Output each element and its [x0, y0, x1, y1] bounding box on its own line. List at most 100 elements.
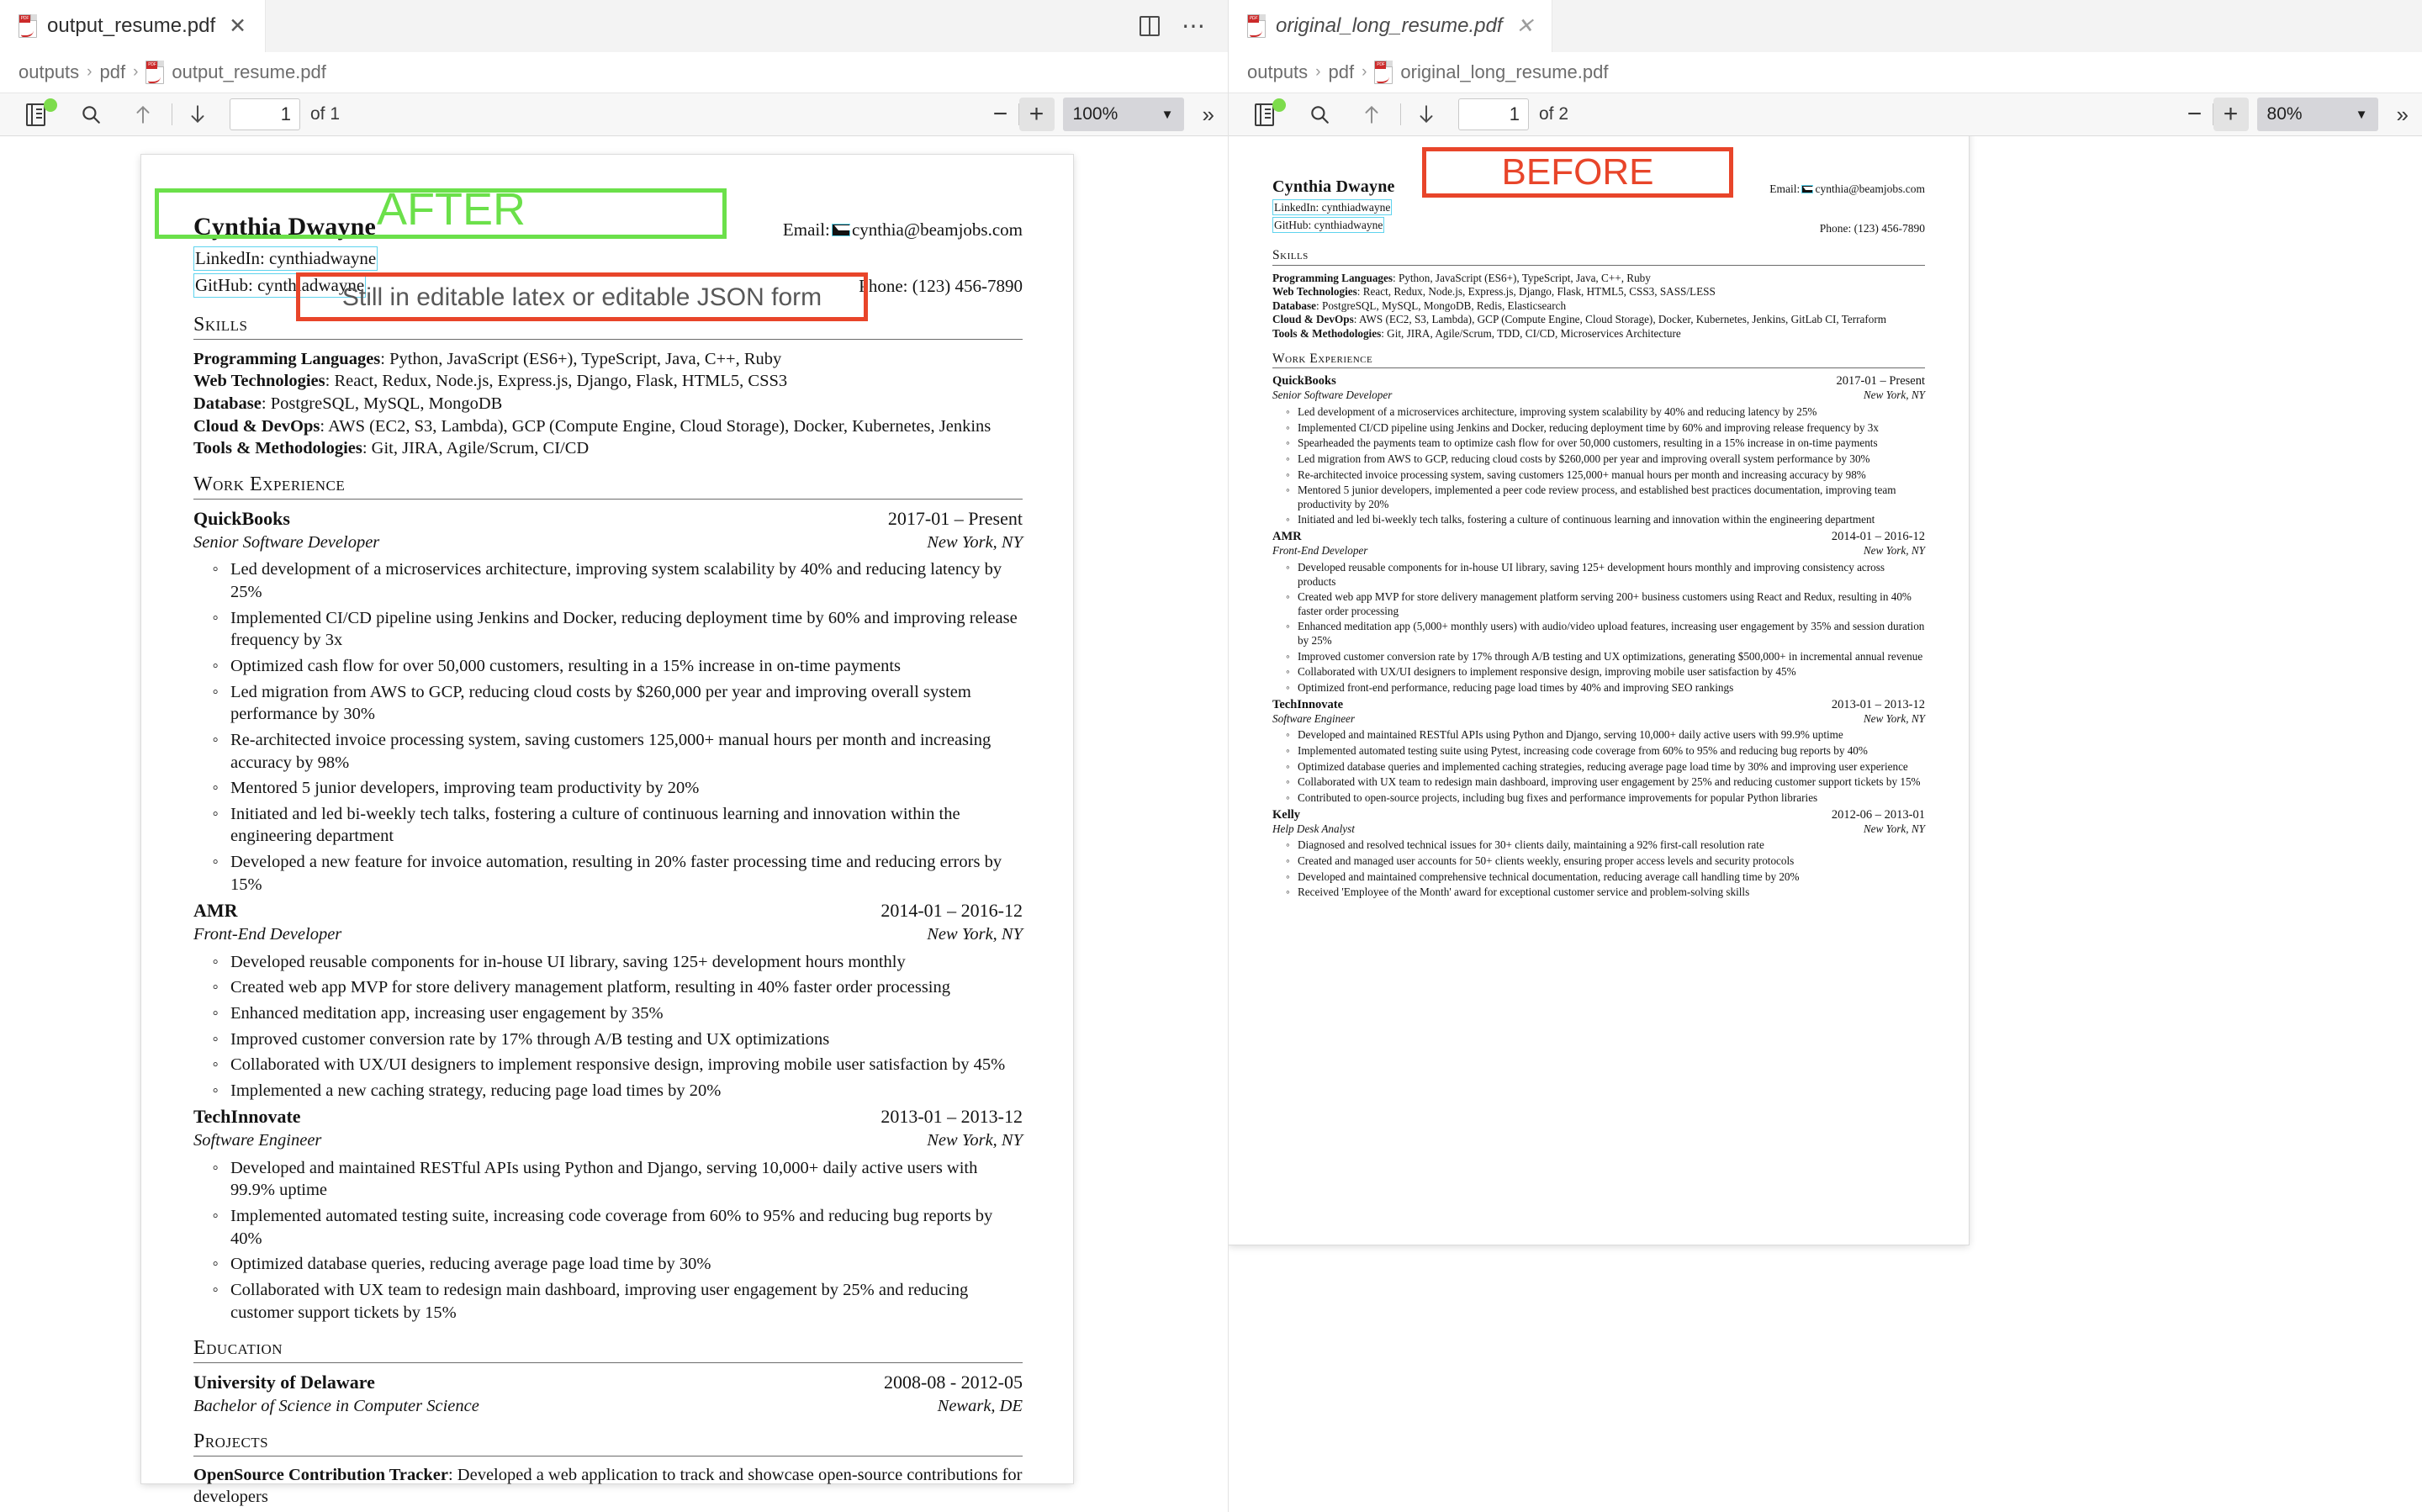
job-bullets: Developed reusable components for in-hou… [1286, 561, 1925, 695]
job-role: Front-End Developer [193, 924, 342, 944]
left-document-viewport[interactable]: Cynthia Dwayne LinkedIn: cynthiadwayne G… [0, 136, 1228, 1512]
breadcrumb-file[interactable]: original_long_resume.pdf [1400, 61, 1608, 83]
bullet: Implemented a new caching strategy, redu… [212, 1080, 1023, 1102]
bullet: Optimized cash flow for over 50,000 cust… [212, 655, 1023, 678]
section-title-education: Education [193, 1335, 1023, 1364]
job-bullets: Developed reusable components for in-hou… [212, 951, 1023, 1102]
breadcrumb-root[interactable]: outputs [1247, 61, 1308, 83]
breadcrumb-file[interactable]: output_resume.pdf [172, 61, 325, 83]
left-pdf-toolbar: 1 of 1 − + 100% ▼ » [0, 93, 1228, 136]
pdf-file-icon: PDF [1374, 61, 1393, 84]
skills-list: Programming Languages: Python, JavaScrip… [1272, 271, 1887, 341]
pdf-file-icon: PDF [19, 14, 37, 38]
bullet: Led development of a microservices archi… [212, 558, 1023, 603]
job-location: New York, NY [927, 532, 1023, 552]
job-dates: 2014-01 – 2016-12 [880, 900, 1023, 922]
job-location: New York, NY [1863, 711, 1925, 725]
more-actions-icon[interactable]: ⋯ [1182, 14, 1206, 38]
job-location: New York, NY [1863, 822, 1925, 835]
job-location: New York, NY [927, 1131, 1023, 1150]
breadcrumb-folder[interactable]: pdf [1329, 61, 1355, 83]
job-role: Software Engineer [1272, 711, 1356, 725]
job-entry: AMR 2014-01 – 2016-12 Front-End Develope… [193, 899, 1023, 1102]
bullet: Created and managed user accounts for 50… [1286, 854, 1925, 869]
job-company: TechInnovate [1272, 697, 1344, 711]
skill-label: Tools & Methodologies [193, 439, 362, 458]
skill-value: React, Redux, Node.js, Express.js, Djang… [334, 372, 788, 391]
skill-label: Web Technologies [193, 372, 325, 391]
next-match-icon[interactable] [181, 98, 214, 131]
linkedin-link[interactable]: LinkedIn: cynthiadwayne [193, 246, 378, 271]
zoom-in-button[interactable]: + [2213, 98, 2249, 131]
toolbar-overflow-icon[interactable]: » [2397, 102, 2409, 128]
bullet: Implemented automated testing suite usin… [1286, 744, 1925, 759]
job-dates: 2013-01 – 2013-12 [880, 1106, 1023, 1128]
right-editor-pane: PDF original_long_resume.pdf ✕ outputs ›… [1228, 0, 2422, 1512]
section-title-work: Work Experience [193, 472, 1023, 500]
tab-original-long-resume[interactable]: PDF original_long_resume.pdf ✕ [1229, 0, 1553, 52]
bullet: Collaborated with UX/UI designers to imp… [212, 1054, 1023, 1076]
bullet: Implemented automated testing suite, inc… [212, 1205, 1023, 1250]
bullet: Developed and maintained RESTful APIs us… [212, 1157, 1023, 1202]
bullet: Led migration from AWS to GCP, reducing … [1286, 452, 1925, 467]
left-editor-pane: PDF output_resume.pdf ✕ ⋯ outputs › pdf … [0, 0, 1228, 1512]
breadcrumb-root[interactable]: outputs [19, 61, 79, 83]
editor-window: PDF output_resume.pdf ✕ ⋯ outputs › pdf … [0, 0, 2422, 1512]
education-dates: 2008-08 - 2012-05 [884, 1372, 1023, 1393]
status-dot-icon [1272, 98, 1286, 112]
bullet: Optimized front-end performance, reducin… [1286, 681, 1925, 695]
education-location: Newark, DE [937, 1396, 1023, 1415]
page-number-input[interactable]: 1 [230, 98, 300, 130]
job-entry: TechInnovate 2013-01 – 2013-12 Software … [1272, 697, 1925, 806]
bullet: Improved customer conversion rate by 17%… [1286, 650, 1925, 664]
split-editor-icon[interactable] [1140, 16, 1160, 36]
job-bullets: Developed and maintained RESTful APIs us… [212, 1157, 1023, 1324]
zoom-out-button[interactable]: − [983, 98, 1018, 131]
linkedin-link[interactable]: LinkedIn: cynthiadwayne [1272, 199, 1393, 215]
zoom-level-select[interactable]: 100% ▼ [1062, 98, 1184, 131]
toggle-sidebar-icon[interactable] [19, 98, 57, 131]
github-link[interactable]: GitHub: cynthiadwayne [1272, 217, 1385, 233]
bullet: Led development of a microservices archi… [1286, 405, 1925, 420]
email-value[interactable]: cynthia@beamjobs.com [1815, 182, 1925, 195]
skill-value: AWS (EC2, S3, Lambda), GCP (Compute Engi… [1358, 313, 1887, 326]
job-role: Senior Software Developer [193, 532, 380, 552]
bullet: Enhanced meditation app (5,000+ monthly … [1286, 620, 1925, 648]
toggle-sidebar-icon[interactable] [1247, 98, 1286, 131]
tab-output-resume[interactable]: PDF output_resume.pdf ✕ [0, 0, 267, 52]
right-tabstrip: PDF original_long_resume.pdf ✕ [1229, 0, 2422, 52]
section-title-skills: Skills [1272, 247, 1925, 266]
pdf-page-before-1: Cynthia Dwayne LinkedIn: cynthiadwayne G… [1229, 136, 1969, 1245]
education-school: University of Delaware [193, 1372, 375, 1393]
tabstrip-spacer [1552, 0, 2422, 52]
zoom-level-select[interactable]: 80% ▼ [2256, 98, 2378, 131]
zoom-out-button[interactable]: − [2177, 98, 2213, 131]
email-value[interactable]: cynthia@beamjobs.com [852, 219, 1023, 240]
zoom-in-button[interactable]: + [1018, 98, 1055, 131]
job-entry: AMR 2014-01 – 2016-12 Front-End Develope… [1272, 529, 1925, 695]
right-breadcrumb: outputs › pdf › PDF original_long_resume… [1229, 52, 2422, 93]
skill-label: Tools & Methodologies [1272, 327, 1382, 341]
close-icon[interactable]: ✕ [225, 15, 250, 37]
search-icon[interactable] [74, 98, 108, 131]
right-document-viewport[interactable]: Cynthia Dwayne LinkedIn: cynthiadwayne G… [1229, 136, 2422, 1512]
job-dates: 2017-01 – Present [1836, 374, 1925, 389]
job-location: New York, NY [1863, 544, 1925, 558]
previous-match-icon[interactable] [1355, 98, 1388, 131]
toolbar-overflow-icon[interactable]: » [1203, 102, 1214, 128]
search-icon[interactable] [1303, 98, 1336, 131]
job-location: New York, NY [1863, 389, 1925, 402]
mail-icon[interactable] [831, 224, 857, 237]
bullet: Developed reusable components for in-hou… [212, 951, 1023, 974]
next-match-icon[interactable] [1409, 98, 1443, 131]
previous-match-icon[interactable] [126, 98, 160, 131]
breadcrumb-folder[interactable]: pdf [100, 61, 126, 83]
page-number-input[interactable]: 1 [1458, 98, 1529, 130]
mail-icon[interactable] [1801, 185, 1817, 193]
close-icon[interactable]: ✕ [1513, 15, 1537, 37]
job-dates: 2013-01 – 2013-12 [1831, 697, 1925, 711]
resume-name: Cynthia Dwayne [1272, 177, 1395, 196]
bullet: Diagnosed and resolved technical issues … [1286, 838, 1925, 853]
bullet: Received 'Employee of the Month' award f… [1286, 886, 1925, 900]
bullet: Created web app MVP for store delivery m… [1286, 590, 1925, 618]
